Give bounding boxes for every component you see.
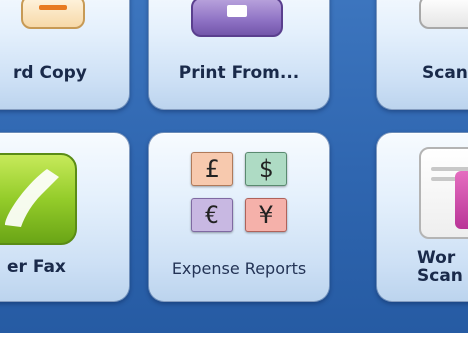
workflow-scan-label-line1: Wor <box>417 248 456 268</box>
hard-copy-label: rd Copy <box>13 63 87 83</box>
euro-icon: € <box>191 198 233 232</box>
pound-icon: £ <box>191 152 233 186</box>
fax-tile[interactable]: er Fax <box>0 132 130 302</box>
workflow-scan-label-line2: Scan <box>417 266 463 286</box>
scan-label: Scan <box>422 63 468 83</box>
workflow-scan-tile[interactable]: Wor Scan <box>376 132 468 302</box>
home-screen: rd Copy Print From... Scan er Fax £ $ € … <box>0 0 468 347</box>
scan-icon <box>419 0 468 29</box>
yen-icon: ¥ <box>245 198 287 232</box>
fax-label: er Fax <box>7 257 66 277</box>
scan-tile[interactable]: Scan <box>376 0 468 110</box>
print-from-tile[interactable]: Print From... <box>148 0 330 110</box>
document-icon <box>419 147 468 239</box>
expense-reports-tile[interactable]: £ $ € ¥ Expense Reports <box>148 132 330 302</box>
workflow-scan-label: Wor Scan <box>417 249 468 285</box>
fax-phone-icon <box>0 153 77 245</box>
currency-icon: £ $ € ¥ <box>191 152 287 236</box>
hard-copy-tile[interactable]: rd Copy <box>0 0 130 110</box>
expense-reports-label: Expense Reports <box>171 259 307 278</box>
dollar-icon: $ <box>245 152 287 186</box>
print-from-label: Print From... <box>178 63 300 83</box>
copy-icon <box>21 0 85 29</box>
print-tray-icon <box>191 0 283 37</box>
bottom-margin <box>0 333 468 347</box>
